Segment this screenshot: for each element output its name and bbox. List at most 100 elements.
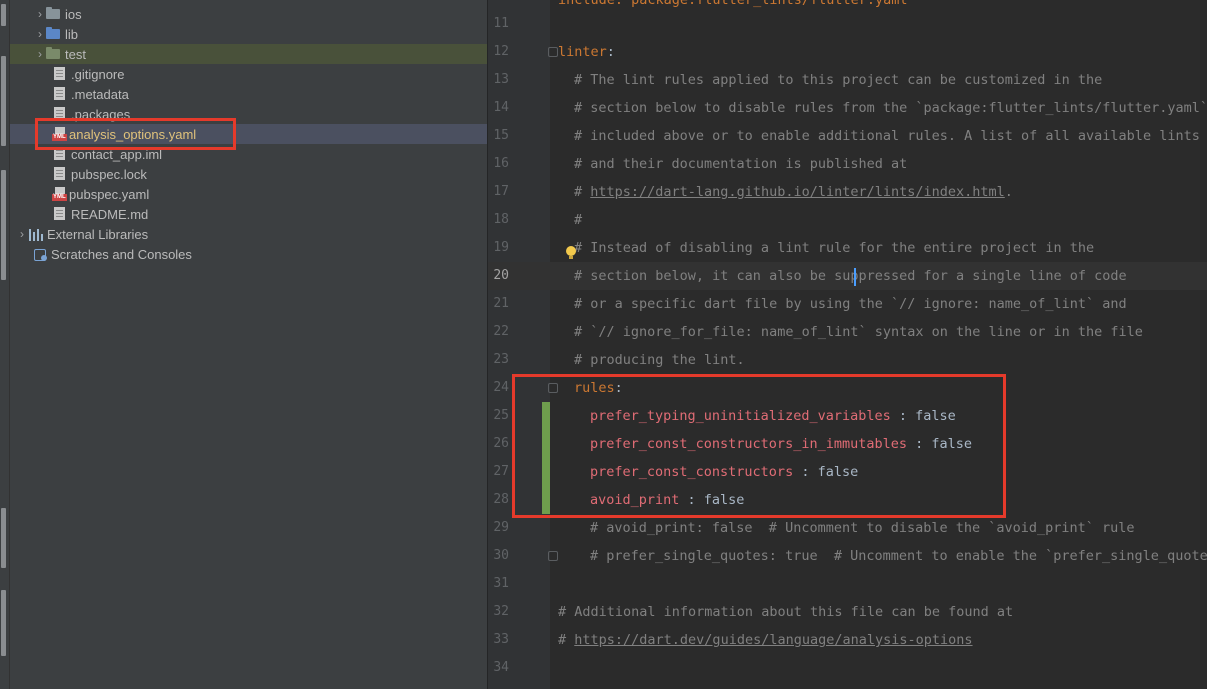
code-line[interactable]: 19 # Instead of disabling a lint rule for… bbox=[488, 234, 1207, 262]
annotation-box-analysis-options bbox=[35, 118, 236, 150]
fold-marker-icon[interactable] bbox=[548, 47, 558, 57]
code-line[interactable]: 31 bbox=[488, 570, 1207, 598]
comment-link[interactable]: https://dart.dev/guides/language/analysi… bbox=[574, 632, 972, 648]
left-tool-window-strip[interactable] bbox=[0, 0, 10, 689]
code-comment: # Additional information about this file… bbox=[558, 604, 1014, 620]
fold-marker-icon[interactable] bbox=[548, 551, 558, 561]
text-caret bbox=[854, 268, 856, 286]
tree-item-metadata[interactable]: .metadata bbox=[10, 84, 488, 104]
code-line[interactable]: 33 # https://dart.dev/guides/language/ana… bbox=[488, 626, 1207, 654]
tree-item-test[interactable]: › test bbox=[10, 44, 488, 64]
line-number: 18 bbox=[493, 212, 509, 227]
code-text: # The lint rules applied to this project… bbox=[574, 66, 1102, 94]
tree-item-external-libraries[interactable]: › External Libraries bbox=[10, 224, 488, 244]
chevron-right-icon[interactable]: › bbox=[34, 28, 46, 40]
code-text: # `// ignore_for_file: name_of_lint` syn… bbox=[574, 318, 1143, 346]
tool-tab-resource-manager[interactable] bbox=[1, 56, 6, 146]
code-line[interactable]: 15 # included above or to enable addition… bbox=[488, 122, 1207, 150]
tree-item-ios[interactable]: › ios bbox=[10, 4, 488, 24]
tree-item-label: .metadata bbox=[71, 86, 129, 102]
comment-link[interactable]: https://dart-lang.github.io/linter/lints… bbox=[590, 184, 1005, 200]
code-text: linter: bbox=[558, 38, 615, 66]
line-number: 12 bbox=[493, 44, 509, 59]
yaml-file-icon: YML bbox=[52, 187, 67, 201]
code-comment: # or a specific dart file by using the `… bbox=[574, 296, 1127, 312]
code-line[interactable]: 20 # section below, it can also be suppre… bbox=[488, 262, 1207, 290]
chevron-right-icon[interactable]: › bbox=[34, 48, 46, 60]
code-text: # Instead of disabling a lint rule for t… bbox=[574, 234, 1094, 262]
code-line[interactable]: 34 bbox=[488, 654, 1207, 682]
code-line[interactable]: 11 bbox=[488, 10, 1207, 38]
code-line[interactable]: 16 # and their documentation is published… bbox=[488, 150, 1207, 178]
code-text: # or a specific dart file by using the `… bbox=[574, 290, 1127, 318]
code-comment: . bbox=[1004, 184, 1013, 200]
chevron-right-icon[interactable]: › bbox=[34, 8, 46, 20]
code-text: # producing the lint. bbox=[574, 346, 745, 374]
line-number: 19 bbox=[493, 240, 509, 255]
line-number: 14 bbox=[493, 100, 509, 115]
file-icon bbox=[54, 67, 65, 80]
code-line[interactable]: 32 # Additional information about this fi… bbox=[488, 598, 1207, 626]
tree-item-gitignore[interactable]: .gitignore bbox=[10, 64, 488, 84]
line-number: 31 bbox=[493, 576, 509, 591]
tool-tab-structure[interactable] bbox=[1, 508, 6, 568]
line-number: 27 bbox=[493, 464, 509, 479]
code-editor[interactable]: include: package:flutter_lints/flutter.y… bbox=[488, 0, 1207, 689]
code-line[interactable]: 22 # `// ignore_for_file: name_of_lint` s… bbox=[488, 318, 1207, 346]
line-number: 13 bbox=[493, 72, 509, 87]
code-line[interactable]: 18 # bbox=[488, 206, 1207, 234]
tree-item-label: External Libraries bbox=[47, 226, 149, 242]
code-line[interactable]: 21 # or a specific dart file by using the… bbox=[488, 290, 1207, 318]
test-folder-icon bbox=[46, 47, 60, 59]
code-line[interactable]: 30 # prefer_single_quotes: true # Uncomme… bbox=[488, 542, 1207, 570]
code-comment: # bbox=[558, 632, 575, 648]
line-number: 25 bbox=[493, 408, 509, 423]
tree-item-pubspec-yaml[interactable]: YML pubspec.yaml bbox=[10, 184, 488, 204]
tool-tab-commit[interactable] bbox=[1, 170, 6, 280]
tree-item-label: .gitignore bbox=[71, 66, 125, 82]
tree-item-pubspec-lock[interactable]: pubspec.lock bbox=[10, 164, 488, 184]
line-number: 21 bbox=[493, 296, 509, 311]
code-text: # https://dart.dev/guides/language/analy… bbox=[558, 626, 973, 654]
code-comment: # bbox=[574, 184, 591, 200]
code-comment: # section below, it can also be suppress… bbox=[574, 268, 1127, 284]
code-line[interactable]: 23 # producing the lint. bbox=[488, 346, 1207, 374]
line-number: 29 bbox=[493, 520, 509, 535]
yaml-colon: : bbox=[606, 44, 615, 60]
tree-item-lib[interactable]: › lib bbox=[10, 24, 488, 44]
line-number: 24 bbox=[493, 380, 509, 395]
code-line[interactable]: 17 # https://dart-lang.github.io/linter/l… bbox=[488, 178, 1207, 206]
line-number: 32 bbox=[493, 604, 509, 619]
line-number: 33 bbox=[493, 632, 509, 647]
folder-icon bbox=[46, 7, 60, 19]
code-comment: # Instead of disabling a lint rule for t… bbox=[574, 240, 1095, 256]
tool-tab-project[interactable] bbox=[1, 4, 6, 26]
chevron-right-icon[interactable]: › bbox=[16, 228, 28, 240]
code-text: # Additional information about this file… bbox=[558, 598, 1013, 626]
file-icon bbox=[54, 207, 65, 220]
tree-item-label: test bbox=[65, 46, 86, 62]
code-text: # section below to disable rules from th… bbox=[574, 94, 1207, 122]
code-comment: # The lint rules applied to this project… bbox=[574, 72, 1103, 88]
code-line[interactable]: 12 linter: bbox=[488, 38, 1207, 66]
code-comment: # avoid_print: false # Uncomment to disa… bbox=[590, 520, 1135, 536]
code-text: # section below, it can also be suppress… bbox=[574, 262, 1127, 290]
tool-tab-favorites[interactable] bbox=[1, 590, 6, 656]
project-tree: › ios › lib › test .gitignore .metadata … bbox=[10, 0, 488, 689]
lightbulb-icon[interactable] bbox=[566, 246, 576, 260]
tree-item-label: lib bbox=[65, 26, 79, 42]
code-line[interactable]: 14 # section below to disable rules from … bbox=[488, 94, 1207, 122]
line-number: 23 bbox=[493, 352, 509, 367]
tree-item-scratches[interactable]: Scratches and Consoles bbox=[10, 244, 488, 264]
code-text: # prefer_single_quotes: true # Uncomment… bbox=[590, 542, 1207, 570]
external-libraries-icon bbox=[28, 227, 44, 241]
code-line[interactable]: 29 # avoid_print: false # Uncomment to di… bbox=[488, 514, 1207, 542]
tree-item-readme[interactable]: README.md bbox=[10, 204, 488, 224]
code-text: # https://dart-lang.github.io/linter/lin… bbox=[574, 178, 1013, 206]
code-comment: # and their documentation is published a… bbox=[574, 156, 908, 172]
line-number: 17 bbox=[493, 184, 509, 199]
yaml-key: linter bbox=[558, 44, 607, 60]
code-comment: # section below to disable rules from th… bbox=[574, 100, 1207, 116]
code-line[interactable]: 13 # The lint rules applied to this proje… bbox=[488, 66, 1207, 94]
annotation-box-rules bbox=[512, 374, 1006, 518]
